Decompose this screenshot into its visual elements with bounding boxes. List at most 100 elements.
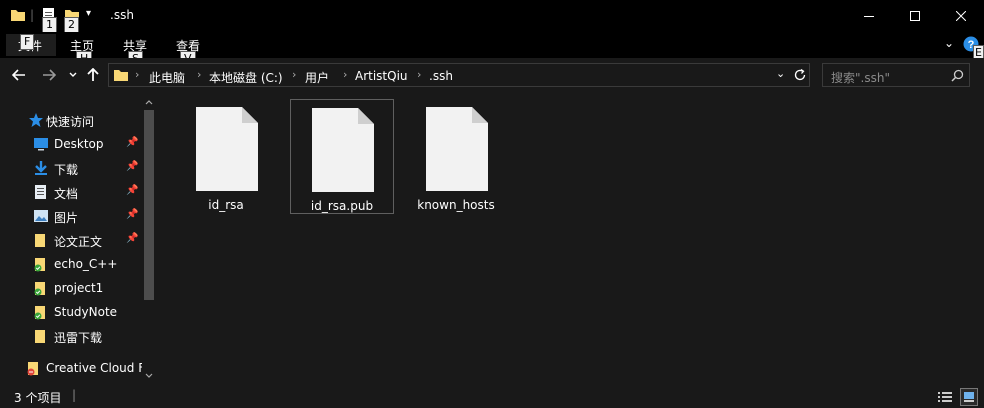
crumb-separator-icon[interactable]: › — [343, 68, 347, 81]
recent-locations-button[interactable] — [64, 66, 82, 84]
large-icons-view-button[interactable] — [960, 388, 978, 406]
details-view-button[interactable] — [936, 388, 954, 406]
picture-icon — [34, 210, 48, 222]
folder-synced-icon — [34, 258, 45, 272]
maximize-icon — [910, 11, 920, 21]
address-row: › 此电脑 › 本地磁盘 (C:) › 用户 › ArtistQiu › .ss… — [0, 58, 984, 92]
pin-icon: 📌 — [126, 185, 139, 196]
back-arrow-icon — [12, 69, 25, 81]
nav-label: 快速访问 — [46, 115, 95, 129]
file-name: id_rsa — [208, 198, 244, 212]
folder-icon — [114, 70, 128, 81]
breadcrumb-user[interactable]: ArtistQiu — [355, 69, 408, 83]
nav-label: Creative Cloud F — [46, 361, 142, 375]
title-bar: | ▾ 1 2 .ssh — [0, 0, 984, 33]
file-icon — [426, 107, 488, 191]
nav-label: StudyNote — [54, 305, 118, 319]
crumb-separator-icon[interactable]: › — [292, 68, 296, 81]
nav-item-pictures[interactable]: 图片 📌 — [0, 205, 145, 227]
crumb-separator-icon[interactable]: › — [135, 68, 139, 81]
qat-dropdown-icon[interactable]: ▾ — [86, 8, 91, 19]
nav-item-desktop[interactable]: Desktop 📌 — [0, 133, 145, 155]
nav-scrollbar[interactable] — [142, 96, 156, 386]
ribbon-tabs: 文件 F 主页 H 共享 S 查看 V ⌄ ? E — [0, 32, 984, 67]
expand-ribbon-icon[interactable]: ⌄ — [944, 36, 954, 50]
file-list: id_rsa id_rsa.pub known_hosts — [160, 96, 984, 386]
up-button[interactable] — [84, 66, 102, 84]
nav-label: 文档 — [54, 187, 79, 201]
search-box[interactable]: 搜索".ssh" — [822, 63, 970, 87]
navigation-pane: 快速访问 Desktop 📌 下载 📌 文档 📌 图片 📌 论文正文 � — [0, 96, 158, 386]
file-item-id-rsa[interactable]: id_rsa — [175, 99, 279, 214]
address-dropdown-icon[interactable]: ⌄ — [776, 67, 785, 80]
keytip-file: F — [20, 34, 35, 50]
keytip-qat1: 1 — [42, 17, 57, 33]
scrollbar-thumb[interactable] — [144, 110, 154, 300]
refresh-icon[interactable] — [793, 68, 807, 82]
folder-synced-icon — [34, 282, 45, 296]
folder-icon — [11, 10, 25, 21]
separator: | — [30, 8, 35, 22]
window-title: .ssh — [110, 8, 134, 22]
breadcrumb-local-disk[interactable]: 本地磁盘 (C:) — [209, 69, 283, 86]
nav-label: 下载 — [54, 163, 79, 177]
breadcrumb-users[interactable]: 用户 — [305, 69, 329, 86]
nav-item-xunlei[interactable]: 迅雷下载 — [0, 325, 145, 347]
nav-label: 论文正文 — [54, 235, 103, 249]
pin-icon: 📌 — [126, 233, 139, 244]
back-button[interactable] — [10, 66, 28, 84]
nav-item-documents[interactable]: 文档 📌 — [0, 181, 145, 203]
chevron-down-icon — [69, 72, 77, 77]
crumb-separator-icon[interactable]: › — [417, 68, 421, 81]
minimize-button[interactable] — [846, 0, 892, 32]
file-name: id_rsa.pub — [310, 199, 374, 213]
star-icon — [29, 113, 43, 127]
large-icons-view-icon — [964, 392, 974, 402]
maximize-button[interactable] — [892, 0, 938, 32]
folder-synced-icon — [34, 306, 45, 320]
nav-label: Desktop — [54, 137, 104, 151]
nav-item-downloads[interactable]: 下载 📌 — [0, 157, 145, 179]
search-icon[interactable] — [951, 69, 964, 82]
file-item-known-hosts[interactable]: known_hosts — [405, 99, 509, 214]
file-icon — [196, 107, 258, 191]
document-icon — [35, 185, 46, 199]
forward-arrow-icon — [43, 69, 56, 81]
separator: | — [72, 388, 77, 402]
breadcrumb-ssh[interactable]: .ssh — [429, 69, 453, 83]
download-icon — [35, 161, 47, 175]
nav-item-project1[interactable]: project1 — [0, 277, 145, 299]
file-icon — [312, 108, 374, 192]
nav-item-thesis[interactable]: 论文正文 📌 — [0, 229, 145, 251]
address-bar[interactable]: › 此电脑 › 本地磁盘 (C:) › 用户 › ArtistQiu › .ss… — [108, 63, 810, 87]
search-placeholder: 搜索".ssh" — [831, 71, 890, 85]
scroll-up-icon[interactable] — [145, 99, 153, 105]
close-button[interactable] — [938, 0, 984, 32]
status-bar: 3 个项目 | — [0, 386, 984, 408]
scroll-down-icon[interactable] — [145, 373, 153, 379]
nav-label: project1 — [54, 281, 104, 295]
nav-item-studynote[interactable]: StudyNote — [0, 301, 145, 323]
file-name: known_hosts — [417, 198, 495, 212]
up-arrow-icon — [87, 68, 99, 81]
nav-item-echo[interactable]: echo_C++ — [0, 253, 145, 275]
details-view-icon — [938, 392, 952, 402]
forward-button[interactable] — [40, 66, 58, 84]
pin-icon: 📌 — [126, 209, 139, 220]
file-item-id-rsa-pub[interactable]: id_rsa.pub — [290, 99, 394, 214]
folder-icon — [35, 330, 45, 343]
nav-label: 图片 — [54, 211, 79, 225]
close-icon — [956, 11, 966, 21]
crumb-separator-icon[interactable]: › — [197, 68, 201, 81]
minimize-icon — [864, 16, 874, 17]
item-count: 3 个项目 — [14, 391, 62, 405]
folder-icon — [35, 234, 45, 247]
nav-quick-access[interactable]: 快速访问 — [0, 109, 145, 131]
breadcrumb-this-pc[interactable]: 此电脑 — [149, 69, 185, 86]
desktop-icon — [34, 138, 48, 151]
nav-item-creative-cloud[interactable]: Creative Cloud F — [0, 357, 145, 379]
pin-icon: 📌 — [126, 161, 139, 172]
nav-label: echo_C++ — [54, 257, 118, 271]
nav-label: 迅雷下载 — [54, 331, 103, 345]
pin-icon: 📌 — [126, 137, 139, 148]
